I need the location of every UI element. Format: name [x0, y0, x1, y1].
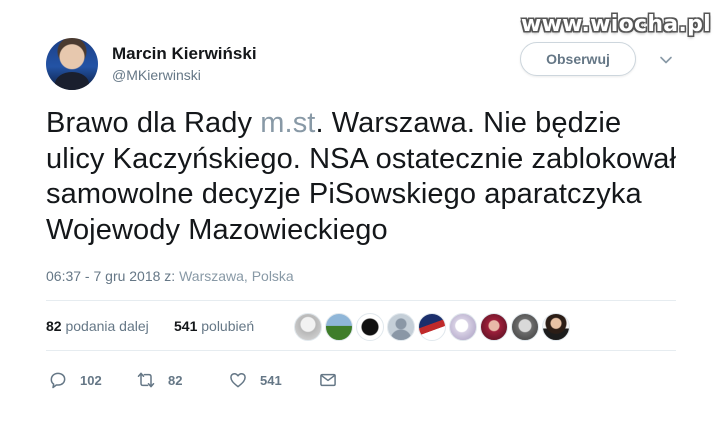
liker-avatar-4[interactable] [387, 313, 415, 341]
likes-stat-label: polubień [201, 318, 255, 334]
tweet-text-part1: Brawo dla Rady [46, 107, 261, 139]
heart-icon [230, 373, 246, 388]
likes-stat[interactable]: 541 polubień [174, 318, 254, 334]
tweet-location[interactable]: Warszawa, Polska [179, 268, 294, 284]
likes-stat-count: 541 [174, 318, 198, 334]
envelope-icon [320, 373, 336, 387]
divider-bottom [46, 350, 676, 351]
author-handle[interactable]: @MKierwinski [112, 67, 201, 83]
like-count: 541 [260, 372, 282, 388]
retweets-stat-count: 82 [46, 318, 62, 334]
retweets-stat-label: podania dalej [65, 318, 149, 334]
follow-button[interactable]: Obserwuj [520, 42, 636, 76]
liker-avatar-6[interactable] [449, 313, 477, 341]
divider-top [46, 300, 676, 301]
reply-icon [50, 372, 66, 389]
tweet-actions: 102 82 541 [46, 366, 446, 394]
author-avatar[interactable] [46, 38, 98, 90]
retweet-icon [137, 372, 155, 388]
liker-avatar-5[interactable] [418, 313, 446, 341]
watermark: www.wiocha.pl [521, 12, 711, 37]
tweet-datetime[interactable]: 06:37 - 7 gru 2018 z: [46, 268, 179, 284]
reply-count: 102 [80, 372, 102, 388]
like-button[interactable]: 541 [228, 366, 282, 394]
tweet-link[interactable]: m.st [260, 107, 315, 139]
reply-button[interactable]: 102 [48, 366, 102, 394]
tweet-header: Marcin Kierwiński @MKierwinski Obserwuj [46, 38, 686, 92]
liker-avatar-3[interactable] [356, 313, 384, 341]
liker-avatar-2[interactable] [325, 313, 353, 341]
author-name[interactable]: Marcin Kierwiński [112, 44, 257, 64]
tweet-stats: 82 podania dalej 541 polubień [46, 310, 676, 342]
chevron-down-icon[interactable] [658, 52, 674, 68]
retweet-button[interactable]: 82 [136, 366, 182, 394]
liker-avatar-9[interactable] [542, 313, 570, 341]
liker-avatar-1[interactable] [294, 313, 322, 341]
tweet-meta: 06:37 - 7 gru 2018 z: Warszawa, Polska [46, 268, 294, 284]
message-button[interactable] [318, 366, 338, 394]
tweet-text: Brawo dla Rady m.st. Warszawa. Nie będzi… [46, 106, 686, 248]
retweet-count: 82 [168, 372, 183, 388]
retweets-stat[interactable]: 82 podania dalej [46, 318, 149, 334]
liker-avatar-8[interactable] [511, 313, 539, 341]
liker-avatar-7[interactable] [480, 313, 508, 341]
